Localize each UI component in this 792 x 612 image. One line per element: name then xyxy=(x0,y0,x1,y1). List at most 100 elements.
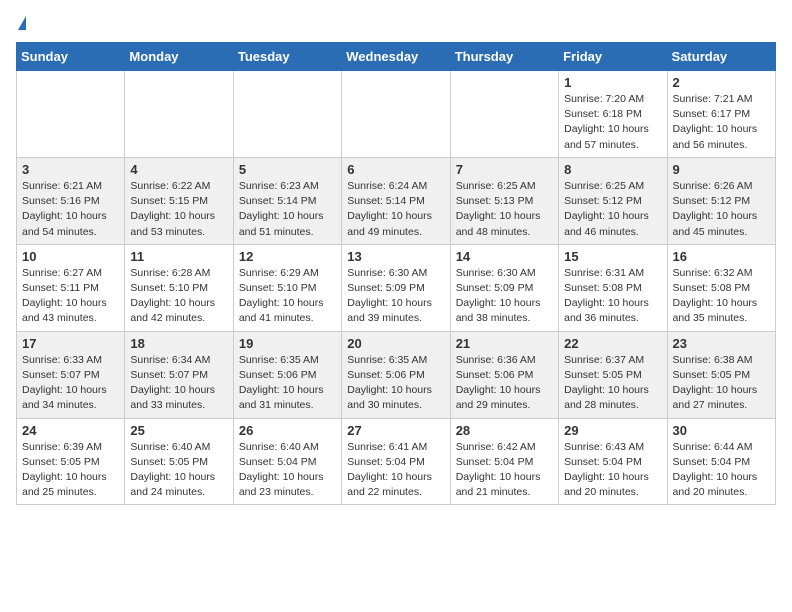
day-number: 3 xyxy=(22,162,119,177)
day-info: Sunrise: 6:30 AM Sunset: 5:09 PM Dayligh… xyxy=(456,266,553,327)
calendar-cell: 29Sunrise: 6:43 AM Sunset: 5:04 PM Dayli… xyxy=(559,418,667,505)
day-number: 28 xyxy=(456,423,553,438)
day-info: Sunrise: 6:29 AM Sunset: 5:10 PM Dayligh… xyxy=(239,266,336,327)
day-number: 27 xyxy=(347,423,444,438)
day-number: 12 xyxy=(239,249,336,264)
day-number: 19 xyxy=(239,336,336,351)
day-info: Sunrise: 6:26 AM Sunset: 5:12 PM Dayligh… xyxy=(673,179,770,240)
calendar-cell: 14 Sunrise: 6:30 AM Sunset: 5:09 PM Dayli… xyxy=(450,244,558,331)
calendar-cell: 25 Sunrise: 6:40 AM Sunset: 5:05 PM Dayli… xyxy=(125,418,233,505)
day-info: Sunrise: 7:21 AM Sunset: 6:17 PM Dayligh… xyxy=(673,92,770,153)
day-info: Sunrise: 6:36 AM Sunset: 5:06 PM Dayligh… xyxy=(456,353,553,414)
calendar-cell: 12 Sunrise: 6:29 AM Sunset: 5:10 PM Dayli… xyxy=(233,244,341,331)
day-number: 23 xyxy=(673,336,770,351)
week-row-2: 3 Sunrise: 6:21 AM Sunset: 5:16 PM Daylig… xyxy=(17,157,776,244)
day-number: 7 xyxy=(456,162,553,177)
page-header xyxy=(16,16,776,30)
day-number: 2 xyxy=(673,75,770,90)
calendar-cell: 1Sunrise: 7:20 AM Sunset: 6:18 PM Daylig… xyxy=(559,71,667,158)
day-number: 26 xyxy=(239,423,336,438)
day-number: 14 xyxy=(456,249,553,264)
day-info: Sunrise: 7:20 AM Sunset: 6:18 PM Dayligh… xyxy=(564,92,661,153)
calendar-cell: 22 Sunrise: 6:37 AM Sunset: 5:05 PM Dayli… xyxy=(559,331,667,418)
day-number: 4 xyxy=(130,162,227,177)
calendar-cell: 5 Sunrise: 6:23 AM Sunset: 5:14 PM Daylig… xyxy=(233,157,341,244)
calendar-cell: 10 Sunrise: 6:27 AM Sunset: 5:11 PM Dayli… xyxy=(17,244,125,331)
week-row-1: 1Sunrise: 7:20 AM Sunset: 6:18 PM Daylig… xyxy=(17,71,776,158)
calendar-header-row: SundayMondayTuesdayWednesdayThursdayFrid… xyxy=(17,43,776,71)
day-number: 21 xyxy=(456,336,553,351)
calendar-cell: 8 Sunrise: 6:25 AM Sunset: 5:12 PM Daylig… xyxy=(559,157,667,244)
day-number: 30 xyxy=(673,423,770,438)
calendar-header-saturday: Saturday xyxy=(667,43,775,71)
day-number: 8 xyxy=(564,162,661,177)
calendar-cell: 3 Sunrise: 6:21 AM Sunset: 5:16 PM Daylig… xyxy=(17,157,125,244)
day-info: Sunrise: 6:40 AM Sunset: 5:04 PM Dayligh… xyxy=(239,440,336,501)
calendar-cell xyxy=(125,71,233,158)
day-info: Sunrise: 6:22 AM Sunset: 5:15 PM Dayligh… xyxy=(130,179,227,240)
day-info: Sunrise: 6:30 AM Sunset: 5:09 PM Dayligh… xyxy=(347,266,444,327)
calendar-cell xyxy=(233,71,341,158)
day-info: Sunrise: 6:38 AM Sunset: 5:05 PM Dayligh… xyxy=(673,353,770,414)
logo-triangle-icon xyxy=(18,16,26,30)
calendar-cell: 19 Sunrise: 6:35 AM Sunset: 5:06 PM Dayli… xyxy=(233,331,341,418)
day-info: Sunrise: 6:44 AM Sunset: 5:04 PM Dayligh… xyxy=(673,440,770,501)
calendar-header-wednesday: Wednesday xyxy=(342,43,450,71)
calendar-header-sunday: Sunday xyxy=(17,43,125,71)
calendar-header-thursday: Thursday xyxy=(450,43,558,71)
calendar-cell xyxy=(17,71,125,158)
calendar-header-monday: Monday xyxy=(125,43,233,71)
calendar-cell: 18Sunrise: 6:34 AM Sunset: 5:07 PM Dayli… xyxy=(125,331,233,418)
calendar-cell: 24 Sunrise: 6:39 AM Sunset: 5:05 PM Dayli… xyxy=(17,418,125,505)
calendar-cell: 15Sunrise: 6:31 AM Sunset: 5:08 PM Dayli… xyxy=(559,244,667,331)
day-info: Sunrise: 6:27 AM Sunset: 5:11 PM Dayligh… xyxy=(22,266,119,327)
day-info: Sunrise: 6:25 AM Sunset: 5:13 PM Dayligh… xyxy=(456,179,553,240)
day-number: 29 xyxy=(564,423,661,438)
day-number: 20 xyxy=(347,336,444,351)
calendar-cell: 27 Sunrise: 6:41 AM Sunset: 5:04 PM Dayli… xyxy=(342,418,450,505)
week-row-4: 17 Sunrise: 6:33 AM Sunset: 5:07 PM Dayli… xyxy=(17,331,776,418)
calendar-cell: 23 Sunrise: 6:38 AM Sunset: 5:05 PM Dayli… xyxy=(667,331,775,418)
day-info: Sunrise: 6:39 AM Sunset: 5:05 PM Dayligh… xyxy=(22,440,119,501)
calendar-cell xyxy=(342,71,450,158)
calendar-cell: 7 Sunrise: 6:25 AM Sunset: 5:13 PM Daylig… xyxy=(450,157,558,244)
calendar-cell: 17 Sunrise: 6:33 AM Sunset: 5:07 PM Dayli… xyxy=(17,331,125,418)
calendar-cell: 26 Sunrise: 6:40 AM Sunset: 5:04 PM Dayli… xyxy=(233,418,341,505)
day-info: Sunrise: 6:25 AM Sunset: 5:12 PM Dayligh… xyxy=(564,179,661,240)
calendar-cell: 21 Sunrise: 6:36 AM Sunset: 5:06 PM Dayli… xyxy=(450,331,558,418)
day-info: Sunrise: 6:21 AM Sunset: 5:16 PM Dayligh… xyxy=(22,179,119,240)
day-info: Sunrise: 6:33 AM Sunset: 5:07 PM Dayligh… xyxy=(22,353,119,414)
day-number: 10 xyxy=(22,249,119,264)
day-number: 15 xyxy=(564,249,661,264)
day-info: Sunrise: 6:40 AM Sunset: 5:05 PM Dayligh… xyxy=(130,440,227,501)
day-info: Sunrise: 6:35 AM Sunset: 5:06 PM Dayligh… xyxy=(239,353,336,414)
day-info: Sunrise: 6:37 AM Sunset: 5:05 PM Dayligh… xyxy=(564,353,661,414)
day-info: Sunrise: 6:24 AM Sunset: 5:14 PM Dayligh… xyxy=(347,179,444,240)
calendar-cell: 4 Sunrise: 6:22 AM Sunset: 5:15 PM Daylig… xyxy=(125,157,233,244)
week-row-3: 10 Sunrise: 6:27 AM Sunset: 5:11 PM Dayli… xyxy=(17,244,776,331)
calendar-cell: 30 Sunrise: 6:44 AM Sunset: 5:04 PM Dayli… xyxy=(667,418,775,505)
calendar-header-friday: Friday xyxy=(559,43,667,71)
calendar-cell: 13Sunrise: 6:30 AM Sunset: 5:09 PM Dayli… xyxy=(342,244,450,331)
day-number: 16 xyxy=(673,249,770,264)
day-number: 11 xyxy=(130,249,227,264)
day-info: Sunrise: 6:28 AM Sunset: 5:10 PM Dayligh… xyxy=(130,266,227,327)
day-number: 18 xyxy=(130,336,227,351)
calendar-cell: 2 Sunrise: 7:21 AM Sunset: 6:17 PM Daylig… xyxy=(667,71,775,158)
calendar-cell: 6 Sunrise: 6:24 AM Sunset: 5:14 PM Daylig… xyxy=(342,157,450,244)
day-number: 6 xyxy=(347,162,444,177)
calendar-header-tuesday: Tuesday xyxy=(233,43,341,71)
calendar-cell: 28Sunrise: 6:42 AM Sunset: 5:04 PM Dayli… xyxy=(450,418,558,505)
calendar-cell: 11 Sunrise: 6:28 AM Sunset: 5:10 PM Dayli… xyxy=(125,244,233,331)
day-number: 5 xyxy=(239,162,336,177)
day-info: Sunrise: 6:23 AM Sunset: 5:14 PM Dayligh… xyxy=(239,179,336,240)
day-number: 24 xyxy=(22,423,119,438)
week-row-5: 24 Sunrise: 6:39 AM Sunset: 5:05 PM Dayli… xyxy=(17,418,776,505)
day-number: 22 xyxy=(564,336,661,351)
calendar-cell: 16Sunrise: 6:32 AM Sunset: 5:08 PM Dayli… xyxy=(667,244,775,331)
day-number: 25 xyxy=(130,423,227,438)
calendar-cell: 20Sunrise: 6:35 AM Sunset: 5:06 PM Dayli… xyxy=(342,331,450,418)
day-info: Sunrise: 6:41 AM Sunset: 5:04 PM Dayligh… xyxy=(347,440,444,501)
day-number: 17 xyxy=(22,336,119,351)
logo xyxy=(16,16,26,30)
